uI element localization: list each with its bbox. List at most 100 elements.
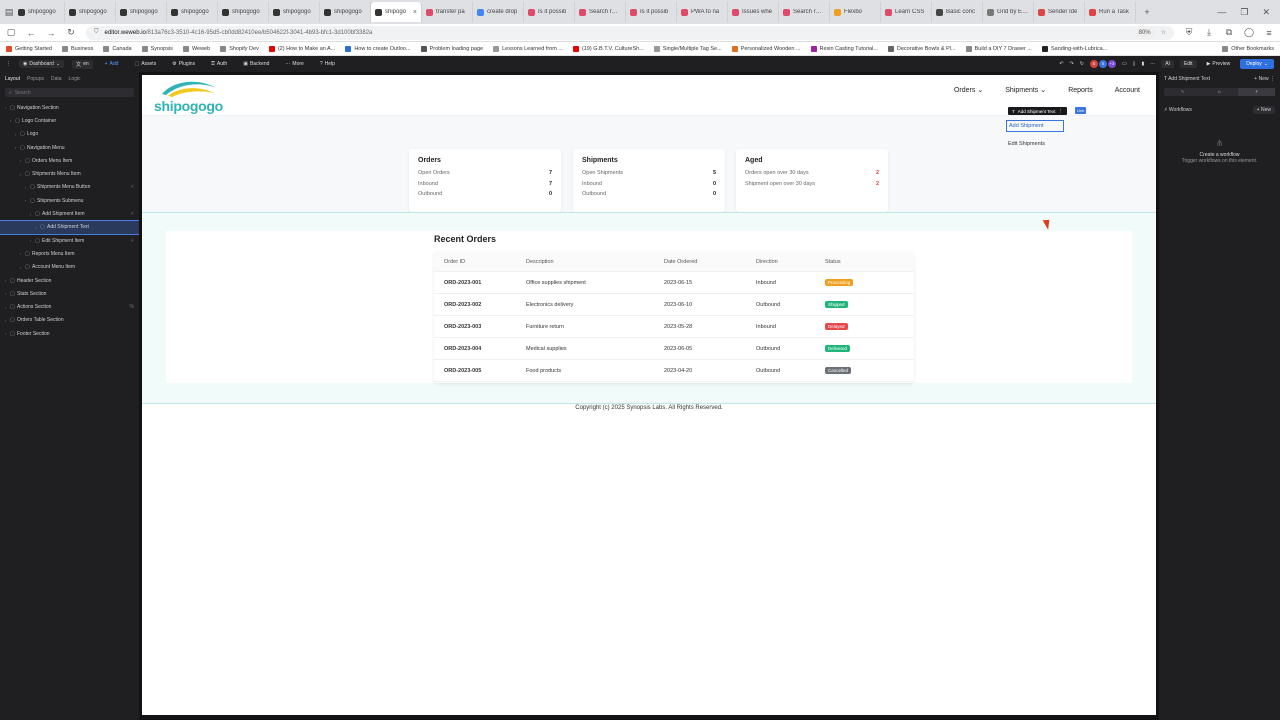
column-header[interactable]: Direction: [756, 259, 825, 265]
tree-item[interactable]: › ▢ Logo Container: [0, 114, 139, 127]
edit-button[interactable]: Edit: [1179, 60, 1197, 68]
tree-item[interactable]: › ▢ Footer Section: [0, 327, 139, 340]
device-mobile-icon[interactable]: ▮: [1141, 61, 1144, 67]
tree-item[interactable]: › ▢ Orders Menu Item: [0, 154, 139, 167]
avatar[interactable]: +3: [1107, 60, 1116, 68]
tree-item[interactable]: › ▢ Navigation Menu: [0, 141, 139, 154]
language-selector[interactable]: 文 en: [72, 59, 93, 69]
bookmark-item[interactable]: Build a DIY 7 Drawer ...: [965, 45, 1032, 52]
toolbar-add-button[interactable]: + Add: [101, 60, 123, 68]
table-row[interactable]: ORD-2023-001 Office supplies shipment 2023…: [434, 272, 914, 294]
bookmark-item[interactable]: Weweb: [182, 45, 210, 52]
nav-shipments[interactable]: Shipments ⌄: [1005, 86, 1046, 95]
bookmark-item[interactable]: Business: [62, 45, 93, 52]
tab-data[interactable]: Data: [51, 76, 62, 82]
browser-tab[interactable]: PWA to na: [677, 2, 728, 22]
tree-item[interactable]: › ▢ Header Section: [0, 274, 139, 287]
tab-popups[interactable]: Popups: [27, 76, 44, 82]
tab-layout[interactable]: Layout: [5, 76, 20, 82]
bookmark-item[interactable]: (19) G.B.T.V. CultureSh...: [572, 45, 644, 52]
workflow-tab[interactable]: ⚡: [1238, 88, 1275, 96]
bookmark-item[interactable]: Shopify Dev: [220, 45, 259, 52]
toolbar-auth-button[interactable]: ⚿ Auth: [207, 60, 231, 68]
bookmark-item[interactable]: Resin Casting Tutorial...: [810, 45, 878, 52]
submenu-item-edit-shipments[interactable]: Edit Shipments: [1006, 139, 1064, 149]
page-selector[interactable]: ◉ Dashboard ⌄: [19, 60, 65, 68]
device-desktop-icon[interactable]: ▭: [1122, 61, 1127, 67]
formula-tab[interactable]: fx: [1201, 88, 1238, 96]
download-icon[interactable]: ⤓: [1204, 27, 1214, 38]
sidebar-icon[interactable]: ⋮: [6, 61, 11, 67]
bookmark-item[interactable]: Decorative Bowls & Pl...: [887, 45, 956, 52]
style-tab[interactable]: ✎: [1164, 88, 1201, 96]
tree-item[interactable]: › ▢ Logo: [0, 128, 139, 141]
sidebar-toggle-icon[interactable]: ▢: [6, 27, 16, 38]
tree-item[interactable]: › ▢ Shipments Menu Button ⚡: [0, 181, 139, 194]
tree-item[interactable]: › ▢ Add Shipment Item ⚡: [0, 207, 139, 220]
browser-tab[interactable]: shipogogo: [269, 2, 320, 22]
tab-list-icon[interactable]: ▤: [4, 7, 14, 18]
more-icon[interactable]: ⋯: [1150, 61, 1155, 67]
column-header[interactable]: Order ID: [434, 259, 526, 265]
tab-logic[interactable]: Logic: [69, 76, 81, 82]
browser-tab[interactable]: Sender Ide: [1034, 2, 1085, 22]
toolbar-plugins-button[interactable]: ⚙ Plugins: [168, 60, 199, 68]
zoom-level[interactable]: 80%: [1134, 28, 1155, 37]
browser-tab[interactable]: shipogogo: [14, 2, 65, 22]
browser-tab[interactable]: Issues whe: [728, 2, 779, 22]
deploy-button[interactable]: Deploy ⌄: [1240, 59, 1274, 69]
new-workflow-button[interactable]: + New: [1252, 106, 1275, 114]
close-window-icon[interactable]: ✕: [1262, 7, 1270, 18]
minimize-icon[interactable]: —: [1217, 7, 1226, 18]
link-chip[interactable]: Link: [1075, 107, 1087, 114]
tree-item[interactable]: › ▢ Shipments Submenu: [0, 194, 139, 207]
back-icon[interactable]: ←: [26, 28, 36, 38]
browser-tab[interactable]: shipogogo: [116, 2, 167, 22]
browser-tab[interactable]: Basic conc: [932, 2, 983, 22]
device-tablet-icon[interactable]: ▯: [1133, 61, 1136, 67]
table-row[interactable]: ORD-2023-002 Electronics delivery 2023-06-…: [434, 294, 914, 316]
reload-icon[interactable]: ↻: [66, 27, 76, 38]
avatar[interactable]: S: [1098, 60, 1107, 68]
star-icon[interactable]: ☆: [1161, 29, 1166, 36]
close-icon[interactable]: ×: [413, 9, 417, 16]
restore-icon[interactable]: ❐: [1240, 7, 1248, 18]
profile-icon[interactable]: ◯: [1244, 27, 1254, 38]
selected-element-label[interactable]: T Add Shipment Text ⋮: [1008, 107, 1067, 115]
bookmark-item[interactable]: How to create Outloo...: [345, 45, 411, 52]
browser-tab[interactable]: shipogogo: [218, 2, 269, 22]
browser-tab[interactable]: Search resu: [779, 2, 830, 22]
browser-tab[interactable]: shipogo ×: [371, 2, 422, 22]
shield-icon[interactable]: ⛨: [1184, 27, 1194, 38]
bookmark-item[interactable]: Personalized Wooden ...: [731, 45, 801, 52]
orders-table-section[interactable]: Recent Orders Order ID Description Date Or…: [142, 212, 1156, 404]
browser-tab[interactable]: Run a Task: [1085, 2, 1136, 22]
layers-search-input[interactable]: ⌕ Search: [5, 88, 134, 97]
forward-icon[interactable]: →: [46, 28, 56, 38]
menu-icon[interactable]: ≡: [1264, 28, 1274, 38]
tree-item[interactable]: › ▢ Edit Shipment Item ⚡: [0, 234, 139, 247]
bookmark-item[interactable]: Single/Multiple Tag Se...: [653, 45, 722, 52]
bookmark-item[interactable]: Lessons Learned from ...: [493, 45, 563, 52]
browser-tab[interactable]: shipogogo: [320, 2, 371, 22]
stats-section[interactable]: Orders Open Orders 7 Inbound 7 Outbound 0 Shipm…: [142, 115, 1156, 212]
browser-tab[interactable]: create drop: [473, 2, 524, 22]
site-header[interactable]: shipogogo Orders ⌄ Shipments ⌄ Reports Accoun…: [142, 75, 1156, 115]
browser-tab[interactable]: shipogogo: [65, 2, 116, 22]
tree-item[interactable]: › ▢ Navigation Section: [0, 101, 139, 114]
table-row[interactable]: ORD-2023-003 Furniture return 2023-05-28 In…: [434, 316, 914, 338]
bookmark-item[interactable]: Getting Started: [6, 45, 52, 52]
table-row[interactable]: ORD-2023-004 Medical supplies 2023-06-05 Ou…: [434, 338, 914, 360]
other-bookmarks[interactable]: Other Bookmarks: [1222, 45, 1274, 52]
browser-tab[interactable]: Learn CSS: [881, 2, 932, 22]
submenu-item-add-shipment[interactable]: Add Shipment: [1006, 120, 1064, 132]
browser-tab[interactable]: Is it possib: [524, 2, 575, 22]
browser-tab[interactable]: transfer pa: [422, 2, 473, 22]
bookmark-item[interactable]: Problem loading page: [420, 45, 483, 52]
logo[interactable]: shipogogo: [154, 78, 224, 114]
extensions-icon[interactable]: ⧉: [1224, 27, 1234, 38]
nav-reports[interactable]: Reports: [1068, 86, 1093, 94]
browser-tab[interactable]: Is it possib: [626, 2, 677, 22]
bookmark-item[interactable]: Synopsis: [141, 45, 173, 52]
tree-item[interactable]: › ▢ Shipments Menu Item: [0, 167, 139, 180]
